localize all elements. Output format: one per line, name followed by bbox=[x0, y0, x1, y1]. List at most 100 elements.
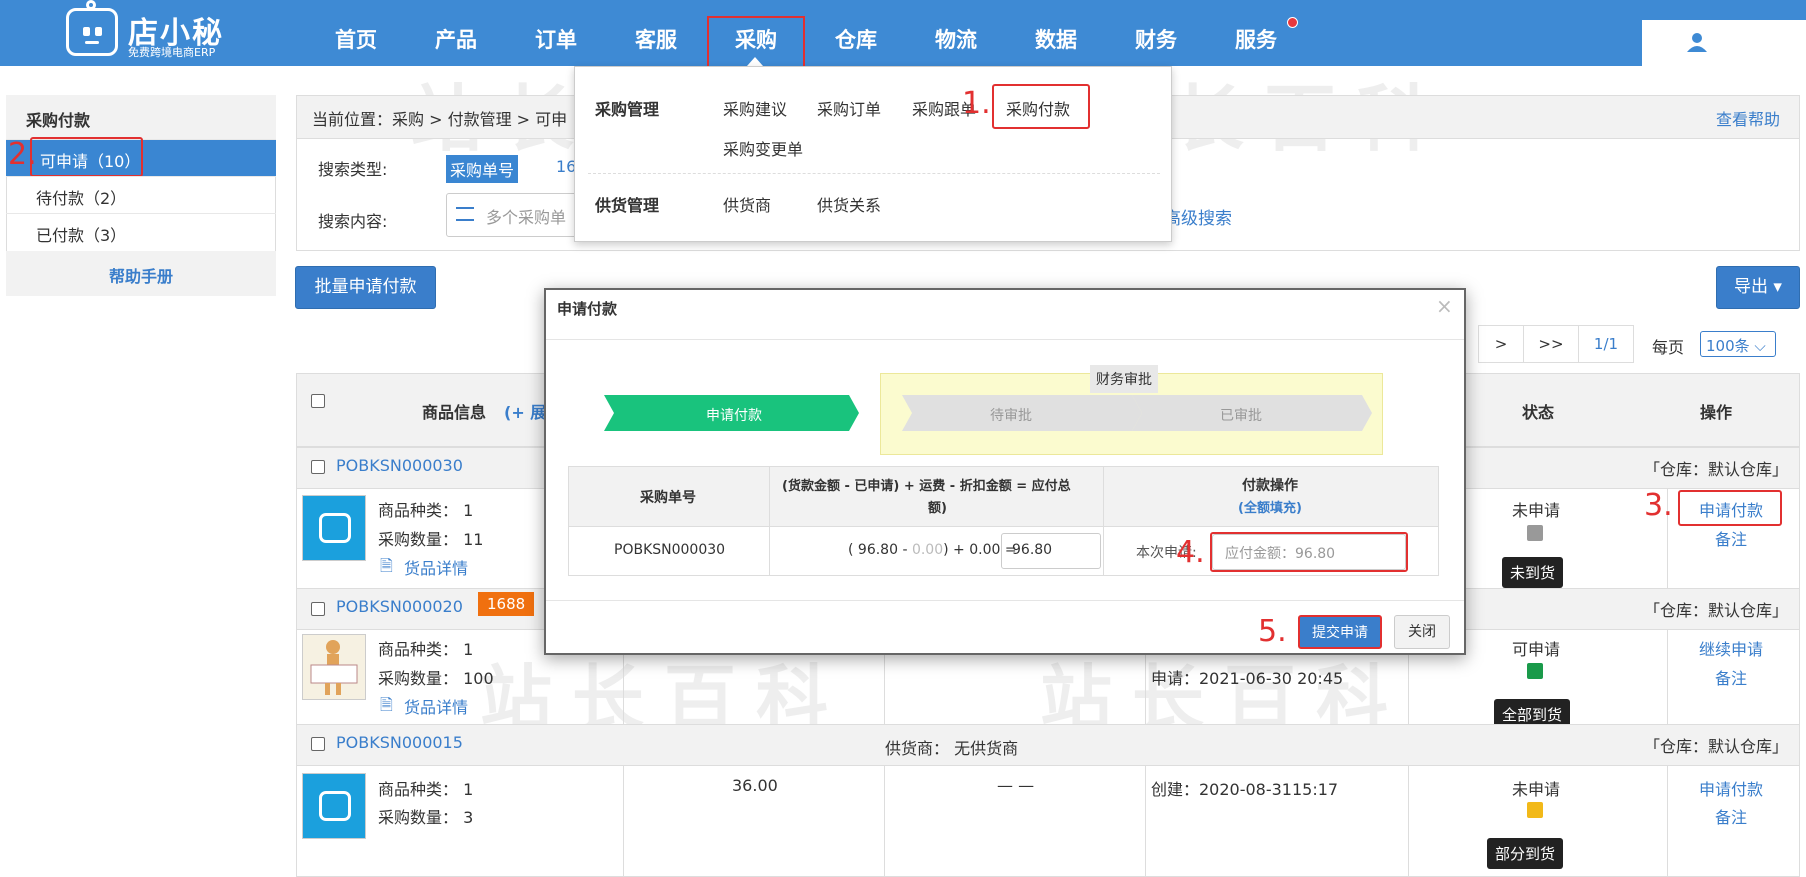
view-help-link[interactable]: 查看帮助 bbox=[1716, 106, 1780, 130]
col-order-number: 采购单号 bbox=[640, 490, 696, 506]
col-header-goods: 商品信息 bbox=[422, 403, 487, 422]
goods-detail-link[interactable]: 货品详情 bbox=[404, 555, 468, 579]
col-divider bbox=[884, 766, 885, 877]
col-formula-line2: 额) bbox=[928, 501, 947, 516]
nav-finance[interactable]: 财务 bbox=[1125, 0, 1187, 66]
robot-logo-icon bbox=[66, 8, 118, 56]
step-apply-payment: 申请付款 bbox=[706, 408, 762, 424]
annotation-4: 4. bbox=[1176, 535, 1205, 570]
box-icon bbox=[1527, 663, 1543, 679]
product-thumbnail[interactable] bbox=[302, 773, 366, 839]
annotation-box-2 bbox=[30, 137, 143, 177]
product-thumbnail-placeholder[interactable] bbox=[302, 634, 366, 700]
annotation-5: 5. bbox=[1258, 614, 1287, 649]
remark-link[interactable]: 备注 bbox=[1715, 526, 1747, 550]
per-page-value: 100条 bbox=[1706, 337, 1750, 355]
goods-detail-link[interactable]: 货品详情 bbox=[404, 694, 468, 718]
pager-next-button[interactable]: > bbox=[1478, 325, 1524, 363]
menu-item-purchase-payment[interactable]: 采购付款 bbox=[1006, 96, 1070, 120]
list-icon bbox=[456, 207, 474, 221]
col-divider bbox=[1667, 766, 1668, 877]
warehouse-label: 「仓库：默认仓库」 bbox=[1644, 737, 1789, 756]
per-page-select[interactable]: 100条 ⌵ bbox=[1700, 331, 1776, 357]
modal-header bbox=[546, 290, 1464, 340]
menu-item-purchase-suggestion[interactable]: 采购建议 bbox=[723, 96, 787, 120]
dropdown-divider bbox=[588, 173, 1160, 174]
box-icon bbox=[1527, 802, 1543, 818]
user-icon[interactable] bbox=[1686, 31, 1708, 53]
purchase-qty: 采购数量： 3 bbox=[378, 808, 474, 827]
user-menu[interactable] bbox=[1642, 20, 1806, 66]
source-badge-1688: 1688 bbox=[478, 592, 535, 616]
continue-apply-link[interactable]: 继续申请 bbox=[1699, 636, 1763, 660]
order-link[interactable]: POBKSN000020 bbox=[336, 597, 463, 616]
col-divider bbox=[1145, 766, 1146, 877]
annotation-box-3 bbox=[1678, 490, 1782, 526]
status-text: 可申请 bbox=[1512, 640, 1561, 659]
sidebar-item-pending-payment[interactable]: 待付款（2） bbox=[6, 176, 276, 213]
pager-last-button[interactable]: >> bbox=[1523, 325, 1579, 363]
search-input-placeholder: 多个采购单 bbox=[486, 208, 567, 227]
remark-link[interactable]: 备注 bbox=[1715, 804, 1747, 828]
arrival-badge: 部分到货 bbox=[1487, 838, 1564, 869]
search-type-option-selected[interactable]: 采购单号 bbox=[446, 155, 519, 183]
help-manual-link[interactable]: 帮助手册 bbox=[6, 251, 276, 296]
advanced-search-link[interactable]: 高级搜索 bbox=[1164, 204, 1232, 229]
col-header-status: 状态 bbox=[1522, 403, 1555, 422]
sidebar-item-paid[interactable]: 已付款（3） bbox=[6, 213, 276, 250]
row-checkbox[interactable] bbox=[311, 737, 325, 751]
product-thumbnail[interactable] bbox=[302, 495, 366, 561]
order-link[interactable]: POBKSN000015 bbox=[336, 733, 463, 752]
breadcrumb-text: 当前位置：采购 > 付款管理 > 可申 bbox=[312, 110, 568, 129]
table-row-header bbox=[296, 724, 1800, 766]
nav-data[interactable]: 数据 bbox=[1025, 0, 1087, 66]
menu-item-suppliers[interactable]: 供货商 bbox=[723, 192, 771, 216]
box-icon bbox=[1527, 525, 1543, 541]
row-checkbox[interactable] bbox=[311, 460, 325, 474]
warehouse-label: 「仓库：默认仓库」 bbox=[1644, 460, 1789, 479]
step-approved: 已审批 bbox=[1220, 408, 1262, 424]
apply-payment-link[interactable]: 申请付款 bbox=[1699, 776, 1763, 800]
nav-products[interactable]: 产品 bbox=[425, 0, 487, 66]
order-link[interactable]: POBKSN000030 bbox=[336, 456, 463, 475]
nav-customer-service[interactable]: 客服 bbox=[625, 0, 687, 66]
annotation-3: 3. bbox=[1644, 488, 1673, 523]
submit-application-button[interactable]: 提交申请 bbox=[1298, 615, 1382, 649]
nav-logistics[interactable]: 物流 bbox=[925, 0, 987, 66]
notification-dot-icon bbox=[1287, 17, 1298, 28]
brand-tagline: 免费跨境电商ERP bbox=[128, 46, 216, 59]
nav-orders[interactable]: 订单 bbox=[525, 0, 587, 66]
finance-approval-label: 财务审批 bbox=[1090, 365, 1158, 393]
modal-title: 申请付款 bbox=[557, 300, 618, 318]
amount-cell: 36.00 bbox=[732, 776, 778, 795]
top-navbar bbox=[0, 0, 1806, 66]
batch-apply-payment-button[interactable]: 批量申请付款 bbox=[295, 266, 436, 309]
expand-link[interactable]: (+ 展 bbox=[504, 399, 546, 423]
select-all-checkbox[interactable] bbox=[311, 394, 325, 408]
full-fill-link[interactable]: (全额填充) bbox=[1238, 497, 1302, 516]
menu-item-purchase-change[interactable]: 采购变更单 bbox=[723, 136, 803, 160]
status-text: 未申请 bbox=[1512, 780, 1561, 799]
nav-services[interactable]: 服务 bbox=[1225, 0, 1287, 66]
menu-item-purchase-order[interactable]: 采购订单 bbox=[817, 96, 881, 120]
remark-link[interactable]: 备注 bbox=[1715, 665, 1747, 689]
modal-footer-divider bbox=[546, 600, 1464, 601]
menu-item-supply-relations[interactable]: 供货关系 bbox=[817, 192, 881, 216]
goods-kinds: 商品种类： 1 bbox=[378, 780, 474, 799]
status-text: 未申请 bbox=[1512, 501, 1561, 520]
purchase-qty: 采购数量： 100 bbox=[378, 669, 494, 688]
export-button[interactable]: 导出 ▾ bbox=[1716, 266, 1800, 309]
row-checkbox[interactable] bbox=[311, 602, 325, 616]
total-payable-input[interactable]: 96.80 bbox=[1001, 533, 1101, 569]
arrival-badge: 未到货 bbox=[1502, 557, 1564, 588]
goods-kinds: 商品种类： 1 bbox=[378, 501, 474, 520]
pager-current-page[interactable]: 1/1 bbox=[1578, 325, 1634, 363]
formula-part1: ( 96.80 - 0.00) + 0.00 = bbox=[848, 542, 1017, 558]
close-icon[interactable]: × bbox=[1436, 294, 1453, 318]
search-content-label: 搜索内容: bbox=[318, 212, 388, 231]
close-button[interactable]: 关闭 bbox=[1394, 615, 1450, 649]
purchase-qty: 采购数量： 11 bbox=[378, 530, 484, 549]
nav-warehouse[interactable]: 仓库 bbox=[825, 0, 887, 66]
nav-home[interactable]: 首页 bbox=[325, 0, 387, 66]
search-type-label: 搜索类型: bbox=[318, 160, 388, 179]
